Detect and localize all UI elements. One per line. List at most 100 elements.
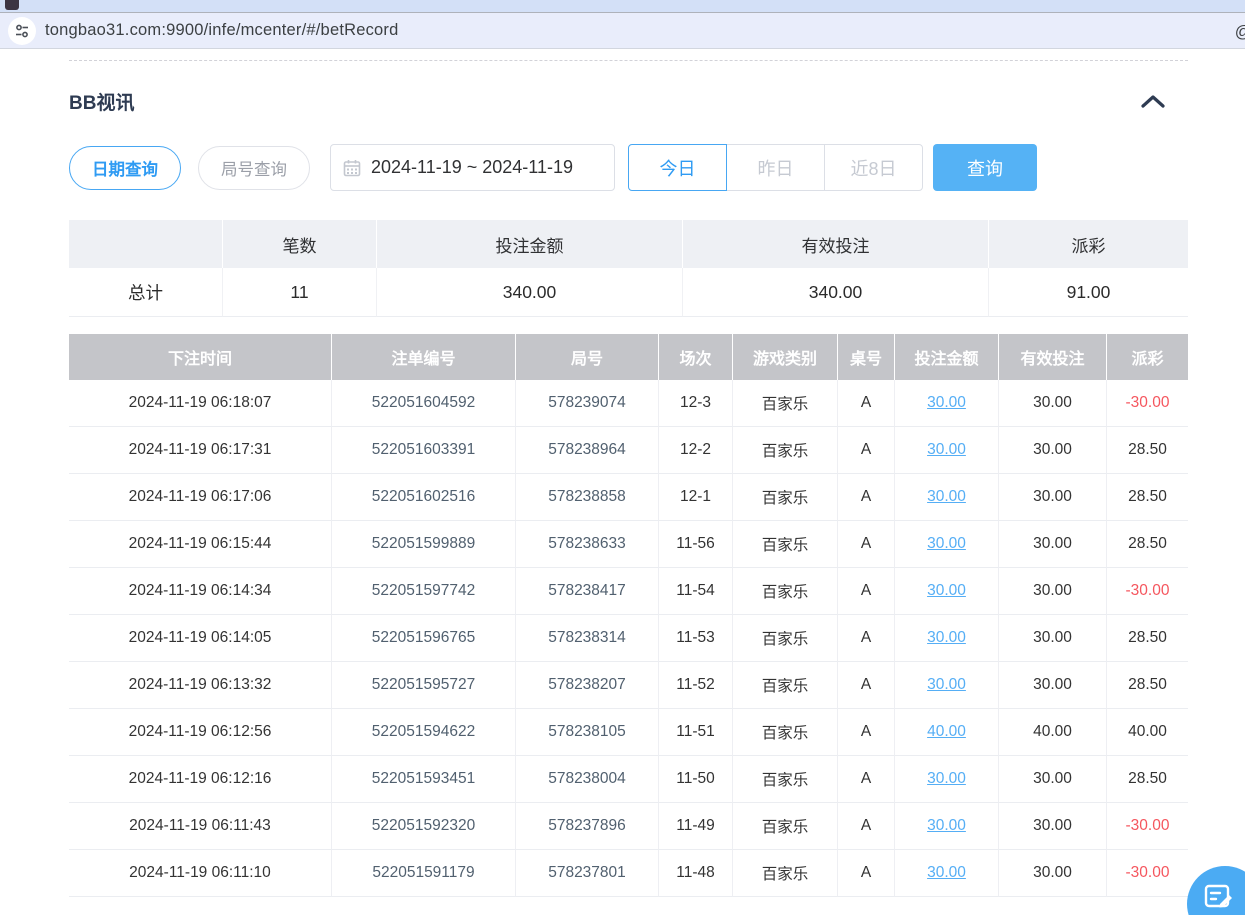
col-header-round_no: 局号 [516,334,659,380]
yesterday-button[interactable]: 昨日 [726,144,825,191]
cell-session: 11-49 [659,803,733,850]
col-header-bet_amount: 投注金额 [895,334,999,380]
cell-bet_amount: 30.00 [895,380,999,427]
summary-total-valid-bet: 340.00 [683,268,989,317]
section-header: BB视讯 [69,88,1188,115]
round-query-tab[interactable]: 局号查询 [198,146,310,190]
cell-payout: 28.50 [1107,662,1188,709]
page-title: BB视讯 [69,88,134,115]
cell-payout: 28.50 [1107,615,1188,662]
cell-session: 11-50 [659,756,733,803]
today-button[interactable]: 今日 [628,144,727,191]
cell-payout: -30.00 [1107,568,1188,615]
cell-bet_time: 2024-11-19 06:11:43 [69,803,332,850]
summary-total-bet-amount: 340.00 [377,268,683,317]
chevron-up-icon[interactable] [1140,92,1166,112]
bet-amount-link[interactable]: 30.00 [927,441,966,458]
bet-amount-link[interactable]: 30.00 [927,535,966,552]
site-settings-button[interactable] [8,17,36,45]
bet-amount-link[interactable]: 30.00 [927,488,966,505]
cell-bet_amount: 30.00 [895,521,999,568]
cell-round_no: 578238314 [516,615,659,662]
summary-total-count: 11 [223,268,377,317]
table-row: 2024-11-19 06:12:16522051593451578238004… [69,756,1188,803]
date-query-tab[interactable]: 日期查询 [69,146,181,190]
cell-valid_bet: 30.00 [999,756,1107,803]
bet-amount-link[interactable]: 30.00 [927,629,966,646]
browser-address-bar: tongbao31.com:9900/infe/mcenter/#/betRec… [0,13,1245,49]
bet-amount-link[interactable]: 30.00 [927,864,966,881]
cell-game_type: 百家乐 [733,521,838,568]
table-row: 2024-11-19 06:14:34522051597742578238417… [69,568,1188,615]
cell-bet_time: 2024-11-19 06:17:31 [69,427,332,474]
bet-amount-link[interactable]: 40.00 [927,723,966,740]
cell-game_type: 百家乐 [733,709,838,756]
cell-round_no: 578238633 [516,521,659,568]
cell-session: 11-48 [659,850,733,897]
quick-range-group: 今日 昨日 近8日 [628,144,923,191]
bet-amount-link[interactable]: 30.00 [927,676,966,693]
cell-valid_bet: 40.00 [999,709,1107,756]
cell-round_no: 578238964 [516,427,659,474]
tab-favicon [5,0,19,10]
cell-payout: 28.50 [1107,427,1188,474]
filter-bar: 日期查询 局号查询 2024-11-19 ~ 2024-11-19 今日 昨日 … [69,144,1188,191]
cell-bet_time: 2024-11-19 06:14:34 [69,568,332,615]
bet-amount-link[interactable]: 30.00 [927,394,966,411]
cell-valid_bet: 30.00 [999,662,1107,709]
cell-valid_bet: 30.00 [999,803,1107,850]
cell-table_no: A [838,568,895,615]
cell-round_no: 578238417 [516,568,659,615]
cell-order_no: 522051597742 [332,568,516,615]
col-header-order_no: 注单编号 [332,334,516,380]
edit-note-icon [1204,882,1234,912]
cell-order_no: 522051592320 [332,803,516,850]
cell-bet_amount: 30.00 [895,568,999,615]
cell-round_no: 578238004 [516,756,659,803]
col-header-table_no: 桌号 [838,334,895,380]
date-range-value: 2024-11-19 ~ 2024-11-19 [371,157,573,178]
cell-table_no: A [838,521,895,568]
cell-order_no: 522051604592 [332,380,516,427]
cell-round_no: 578239074 [516,380,659,427]
table-row: 2024-11-19 06:11:43522051592320578237896… [69,803,1188,850]
cell-order_no: 522051596765 [332,615,516,662]
cell-valid_bet: 30.00 [999,615,1107,662]
summary-header-bet-amount: 投注金额 [377,220,683,268]
cell-session: 12-3 [659,380,733,427]
bet-amount-link[interactable]: 30.00 [927,817,966,834]
summary-total-label: 总计 [69,268,223,317]
cell-game_type: 百家乐 [733,474,838,521]
cell-bet_time: 2024-11-19 06:15:44 [69,521,332,568]
cell-bet_time: 2024-11-19 06:13:32 [69,662,332,709]
query-button[interactable]: 查询 [933,144,1037,191]
table-row: 2024-11-19 06:15:44522051599889578238633… [69,521,1188,568]
bet-record-page: BB视讯 日期查询 局号查询 2024-11-19 ~ 2024-11-19 今… [69,60,1188,897]
address-right-icon[interactable]: @ [1235,22,1245,42]
browser-tabstrip [0,0,1245,13]
bet-amount-link[interactable]: 30.00 [927,770,966,787]
cell-payout: -30.00 [1107,380,1188,427]
cell-order_no: 522051594622 [332,709,516,756]
date-range-picker[interactable]: 2024-11-19 ~ 2024-11-19 [330,144,615,191]
cell-payout: -30.00 [1107,850,1188,897]
cell-session: 12-2 [659,427,733,474]
cell-order_no: 522051593451 [332,756,516,803]
col-header-valid_bet: 有效投注 [999,334,1107,380]
bet-amount-link[interactable]: 30.00 [927,582,966,599]
summary-table: 笔数 投注金额 有效投注 派彩 总计 11 340.00 340.00 91.0… [69,220,1188,317]
cell-bet_time: 2024-11-19 06:12:16 [69,756,332,803]
last-8-days-button[interactable]: 近8日 [824,144,923,191]
table-row: 2024-11-19 06:18:07522051604592578239074… [69,380,1188,427]
feedback-fab[interactable] [1187,866,1245,915]
cell-table_no: A [838,615,895,662]
cell-session: 11-54 [659,568,733,615]
cell-valid_bet: 30.00 [999,427,1107,474]
cell-round_no: 578237801 [516,850,659,897]
cell-bet_amount: 30.00 [895,756,999,803]
url-text[interactable]: tongbao31.com:9900/infe/mcenter/#/betRec… [45,21,399,40]
cell-payout: 28.50 [1107,521,1188,568]
table-row: 2024-11-19 06:13:32522051595727578238207… [69,662,1188,709]
cell-bet_time: 2024-11-19 06:18:07 [69,380,332,427]
cell-session: 12-1 [659,474,733,521]
